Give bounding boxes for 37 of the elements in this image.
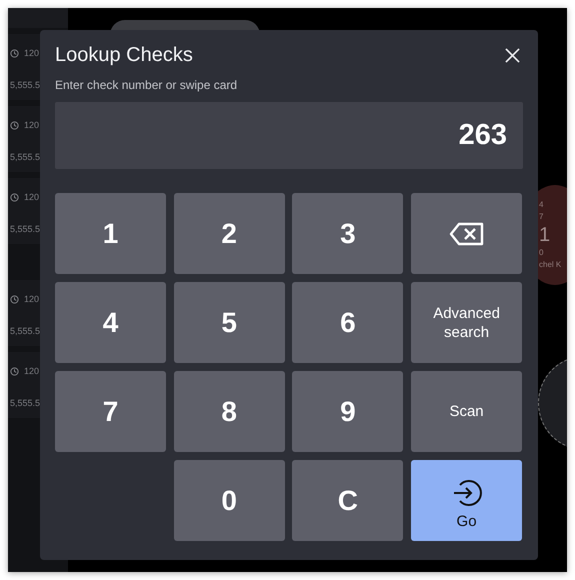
backspace-button[interactable] xyxy=(411,193,522,274)
keypad-key[interactable]: 1 xyxy=(55,193,166,274)
check-number: 120 xyxy=(24,366,40,376)
keypad-key[interactable]: 0 xyxy=(174,460,285,541)
badge-text: 7 xyxy=(539,211,544,223)
check-amount: 5,555.5 xyxy=(10,326,42,336)
check-number: 120 xyxy=(24,120,40,130)
close-icon[interactable] xyxy=(505,48,520,63)
clock-icon xyxy=(10,294,19,304)
keypad-key[interactable]: 5 xyxy=(174,282,285,363)
clock-icon xyxy=(10,192,19,202)
backspace-icon xyxy=(448,222,485,246)
action-button[interactable]: Scan xyxy=(411,371,522,452)
keypad-key[interactable]: 6 xyxy=(292,282,404,363)
keypad-key[interactable]: 3 xyxy=(292,193,404,274)
check-amount: 5,555.5 xyxy=(10,152,42,162)
check-number: 120 xyxy=(24,48,40,58)
badge-text: chel K xyxy=(539,259,562,271)
clock-icon xyxy=(10,48,19,58)
check-number-field[interactable]: 263 xyxy=(55,102,523,169)
keypad-key[interactable]: 7 xyxy=(55,371,166,452)
check-amount: 5,555.5 xyxy=(10,224,42,234)
action-button[interactable]: Advanced search xyxy=(411,282,522,363)
badge-text: 0 xyxy=(539,247,544,259)
badge-text: 4 xyxy=(539,199,544,211)
go-button[interactable]: Go xyxy=(411,460,522,541)
check-number: 120 xyxy=(24,294,40,304)
keypad-key[interactable]: 2 xyxy=(174,193,285,274)
keypad-key[interactable]: 8 xyxy=(174,371,285,452)
clock-icon xyxy=(10,120,19,130)
check-number: 120 xyxy=(24,192,40,202)
keypad-key[interactable]: C xyxy=(292,460,404,541)
keypad-key[interactable]: 9 xyxy=(292,371,404,452)
keypad-key[interactable]: 4 xyxy=(55,282,166,363)
badge-text: 1 xyxy=(539,223,550,247)
clock-icon xyxy=(10,366,19,376)
check-amount: 5,555.5 xyxy=(10,398,42,408)
